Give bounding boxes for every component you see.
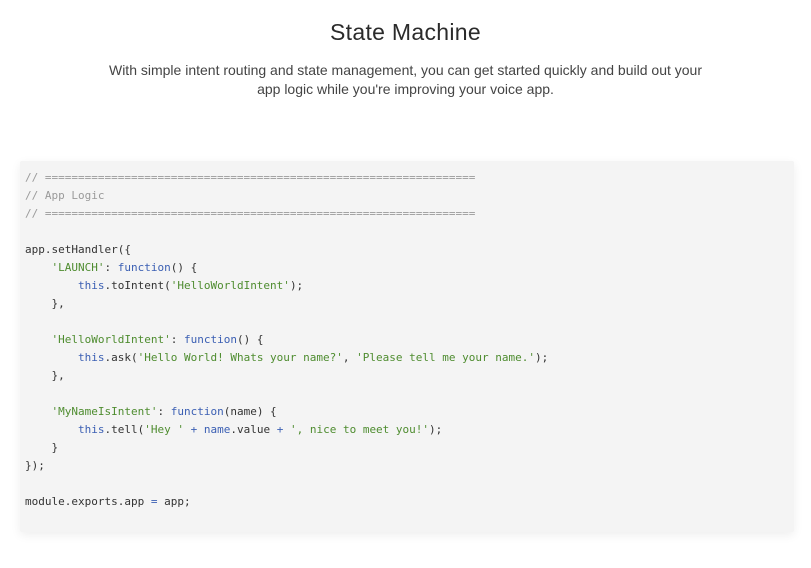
- code-token-plain: .ask(: [104, 351, 138, 364]
- code-token-plain: :: [104, 261, 118, 274]
- code-line: this.ask('Hello World! Whats your name?'…: [25, 349, 548, 367]
- code-line: 'HelloWorldIntent': function() {: [25, 331, 548, 349]
- code-token-keyword: name: [203, 423, 231, 436]
- code-line: },: [25, 367, 548, 385]
- code-token-plain: :: [170, 333, 184, 346]
- code-token-string: 'MyNameIsIntent': [51, 405, 158, 418]
- code-token-plain: );: [289, 279, 304, 292]
- code-line: this.tell('Hey ' + name.value + ', nice …: [25, 421, 548, 439]
- code-token-comment: // =====================================…: [25, 207, 476, 220]
- code-line: });: [25, 457, 548, 475]
- code-token-string: 'LAUNCH': [51, 261, 105, 274]
- code-line: 'LAUNCH': function() {: [25, 259, 548, 277]
- code-token-string: 'HelloWorldIntent': [51, 333, 171, 346]
- code-line: // =====================================…: [25, 169, 548, 187]
- code-line: },: [25, 295, 548, 313]
- code-line: 'MyNameIsIntent': function(name) {: [25, 403, 548, 421]
- code-block[interactable]: // =====================================…: [25, 169, 548, 511]
- code-token-string: 'Please tell me your name.': [356, 351, 535, 364]
- code-token-string: ', nice to meet you!': [289, 423, 430, 436]
- code-token-plain: );: [534, 351, 549, 364]
- section-title: State Machine: [330, 19, 481, 45]
- code-token-plain: ,: [342, 351, 357, 364]
- code-token-plain: () {: [236, 333, 264, 346]
- code-token-comment: // App Logic: [25, 189, 105, 202]
- code-token-keyword: function: [170, 405, 224, 418]
- code-token-plain: });: [25, 459, 45, 472]
- section-description: With simple intent routing and state man…: [108, 62, 702, 97]
- code-token-plain: () {: [170, 261, 198, 274]
- code-line: module.exports.app = app;: [25, 493, 548, 511]
- code-token-string: 'HelloWorldIntent': [170, 279, 290, 292]
- code-token-plain: .toIntent(: [104, 279, 171, 292]
- code-token-plain: (name) {: [223, 405, 277, 418]
- code-token-comment: // =====================================…: [25, 171, 476, 184]
- code-line: // =====================================…: [25, 205, 548, 223]
- code-token-keyword: function: [117, 261, 171, 274]
- code-token-string: 'Hello World! Whats your name?': [137, 351, 343, 364]
- code-line: this.toIntent('HelloWorldIntent');: [25, 277, 548, 295]
- code-line: }: [25, 439, 548, 457]
- code-token-plain: app;: [157, 495, 191, 508]
- code-token-plain: .tell(: [104, 423, 145, 436]
- code-token-keyword: this: [77, 423, 105, 436]
- code-token-keyword: this: [77, 351, 105, 364]
- code-token-plain: );: [429, 423, 443, 436]
- code-token-plain: :: [157, 405, 171, 418]
- code-token-plain: },: [25, 297, 65, 310]
- code-line: app.setHandler({: [25, 241, 548, 259]
- code-token-keyword: function: [183, 333, 237, 346]
- code-token-plain: .value: [230, 423, 277, 436]
- code-token-plain: module.exports.app: [25, 495, 151, 508]
- code-line: // App Logic: [25, 187, 548, 205]
- code-sample-card: // =====================================…: [20, 161, 794, 532]
- code-token-keyword: this: [77, 279, 105, 292]
- code-token-string: 'Hey ': [144, 423, 184, 436]
- code-token-plain: app.setHandler({: [25, 243, 131, 256]
- code-token-plain: },: [25, 369, 65, 382]
- code-token-plain: }: [25, 441, 59, 454]
